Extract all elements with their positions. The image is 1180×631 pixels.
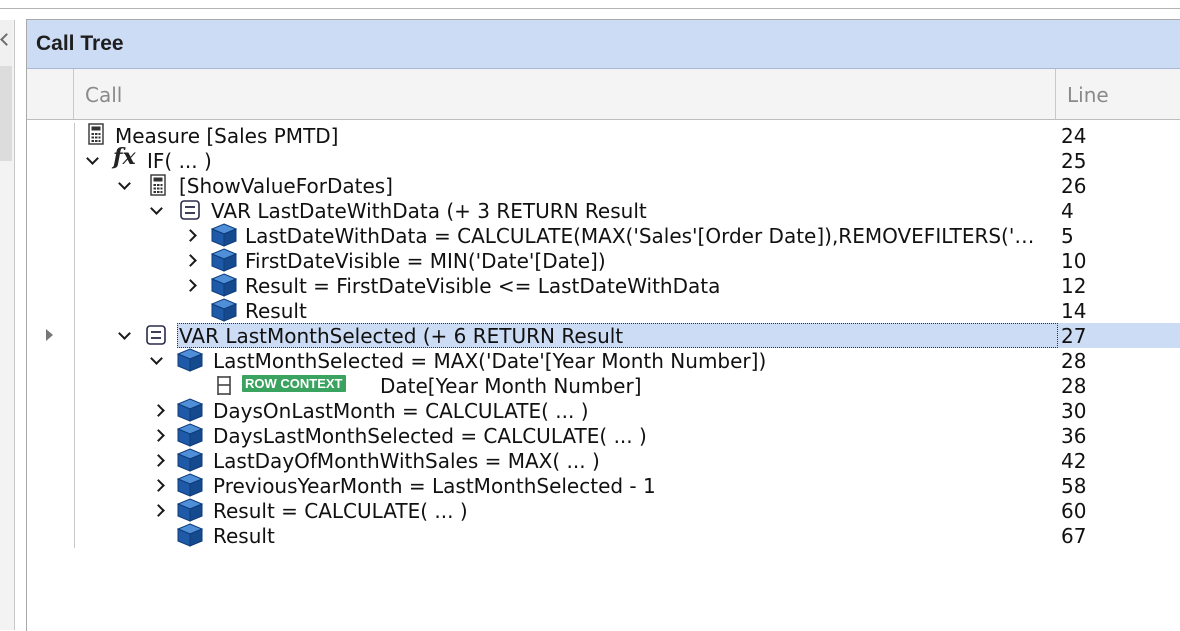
collapse-chevron-icon[interactable] bbox=[87, 155, 97, 165]
tree-row-selected[interactable]: VAR LastMonthSelected (+ 6 RETURN Result… bbox=[27, 323, 1180, 348]
row-label: Date[Year Month Number] bbox=[380, 374, 642, 398]
left-docked-panel bbox=[0, 20, 15, 630]
expand-chevron-icon[interactable] bbox=[155, 455, 165, 465]
window-top-edge bbox=[0, 0, 1180, 9]
tree-row[interactable]: PreviousYearMonth = LastMonthSelected - … bbox=[27, 473, 1180, 498]
cube-icon bbox=[211, 223, 237, 247]
panel-title-bar: Call Tree bbox=[27, 20, 1180, 69]
row-label: LastMonthSelected = MAX('Date'[Year Mont… bbox=[213, 349, 767, 373]
expand-chevron-icon[interactable] bbox=[187, 280, 197, 290]
cube-icon bbox=[177, 498, 203, 522]
current-row-indicator-icon bbox=[46, 329, 53, 341]
row-line-number: 60 bbox=[1061, 499, 1087, 523]
row-label: VAR LastDateWithData (+ 3 RETURN Result bbox=[211, 199, 647, 223]
row-label: IF( ... ) bbox=[147, 149, 212, 173]
cube-icon bbox=[211, 248, 237, 272]
expand-chevron-icon[interactable] bbox=[155, 405, 165, 415]
row-selector-header[interactable] bbox=[27, 69, 74, 119]
collapse-chevron-icon[interactable] bbox=[151, 355, 161, 365]
expand-chevron-icon[interactable] bbox=[155, 505, 165, 515]
row-label: DaysLastMonthSelected = CALCULATE( ... ) bbox=[213, 424, 647, 448]
row-label: VAR LastMonthSelected (+ 6 RETURN Result bbox=[179, 324, 624, 348]
tree-row[interactable]: LastDayOfMonthWithSales = MAX( ... ) 42 bbox=[27, 448, 1180, 473]
cube-icon bbox=[177, 448, 203, 472]
tree-row[interactable]: LastDateWithData = CALCULATE(MAX('Sales'… bbox=[27, 223, 1180, 248]
tree-row[interactable]: DaysOnLastMonth = CALCULATE( ... ) 30 bbox=[27, 398, 1180, 423]
row-line-number: 36 bbox=[1061, 424, 1087, 448]
row-line-number: 58 bbox=[1061, 474, 1087, 498]
tree-row[interactable]: ROW CONTEXT Date[Year Month Number] 28 bbox=[27, 373, 1180, 398]
row-label: Result bbox=[213, 524, 275, 548]
call-tree-panel: Call Tree Call Line Measure [Sales PMTD]… bbox=[26, 19, 1180, 631]
expand-chevron-icon[interactable] bbox=[155, 480, 165, 490]
row-line-number: 5 bbox=[1061, 224, 1074, 248]
cube-icon bbox=[211, 273, 237, 297]
variable-icon bbox=[180, 200, 200, 220]
tree-row[interactable]: Result 14 bbox=[27, 298, 1180, 323]
expand-chevron-icon[interactable] bbox=[155, 430, 165, 440]
row-label: PreviousYearMonth = LastMonthSelected - … bbox=[213, 474, 656, 498]
row-label: Measure [Sales PMTD] bbox=[115, 124, 339, 148]
tree-row[interactable]: DaysLastMonthSelected = CALCULATE( ... )… bbox=[27, 423, 1180, 448]
tree-row[interactable]: fx IF( ... ) 25 bbox=[27, 144, 1180, 173]
row-label: Result bbox=[245, 299, 307, 323]
row-line-number: 10 bbox=[1061, 249, 1087, 273]
row-label: DaysOnLastMonth = CALCULATE( ... ) bbox=[213, 399, 589, 423]
fx-icon: fx bbox=[113, 144, 136, 170]
row-line-number: 27 bbox=[1061, 324, 1087, 348]
row-line-number: 28 bbox=[1061, 374, 1087, 398]
row-label: LastDayOfMonthWithSales = MAX( ... ) bbox=[213, 449, 600, 473]
cube-icon bbox=[177, 523, 203, 547]
line-column-label: Line bbox=[1067, 83, 1109, 107]
row-context-badge: ROW CONTEXT bbox=[242, 375, 346, 392]
collapse-chevron-icon[interactable] bbox=[119, 330, 129, 340]
cube-icon bbox=[211, 298, 237, 322]
tree-row[interactable]: Measure [Sales PMTD] 24 bbox=[27, 123, 1180, 148]
expand-chevron-icon[interactable] bbox=[187, 255, 197, 265]
tree-row[interactable]: Result = CALCULATE( ... ) 60 bbox=[27, 498, 1180, 523]
cube-icon bbox=[177, 473, 203, 497]
panel-title: Call Tree bbox=[36, 32, 124, 55]
collapse-chevron-icon[interactable] bbox=[0, 20, 12, 67]
row-line-number: 24 bbox=[1061, 124, 1087, 148]
row-line-number: 42 bbox=[1061, 449, 1087, 473]
tree-row[interactable]: Result = FirstDateVisible <= LastDateWit… bbox=[27, 273, 1180, 298]
row-line-number: 14 bbox=[1061, 299, 1087, 323]
row-label: [ShowValueForDates] bbox=[179, 174, 393, 198]
row-line-number: 4 bbox=[1061, 199, 1074, 223]
tree-row[interactable]: VAR LastDateWithData (+ 3 RETURN Result … bbox=[27, 198, 1180, 223]
row-label: Result = CALCULATE( ... ) bbox=[213, 499, 468, 523]
row-line-number: 12 bbox=[1061, 274, 1087, 298]
call-column-header[interactable]: Call bbox=[74, 69, 1056, 119]
column-header: Call Line bbox=[27, 69, 1180, 120]
row-line-number: 67 bbox=[1061, 524, 1087, 548]
row-line-number: 26 bbox=[1061, 174, 1087, 198]
cube-icon bbox=[177, 348, 203, 372]
tree-row[interactable]: FirstDateVisible = MIN('Date'[Date]) 10 bbox=[27, 248, 1180, 273]
row-line-number: 28 bbox=[1061, 349, 1087, 373]
cube-icon bbox=[177, 398, 203, 422]
row-line-number: 30 bbox=[1061, 399, 1087, 423]
line-column-header[interactable]: Line bbox=[1056, 69, 1180, 119]
collapse-chevron-icon[interactable] bbox=[119, 180, 129, 190]
tree-row[interactable]: Result 67 bbox=[27, 523, 1180, 548]
row-label: LastDateWithData = CALCULATE(MAX('Sales'… bbox=[245, 224, 1045, 248]
row-line-number: 25 bbox=[1061, 149, 1087, 173]
row-label: FirstDateVisible = MIN('Date'[Date]) bbox=[245, 249, 606, 273]
calculator-icon bbox=[150, 174, 166, 196]
call-column-label: Call bbox=[85, 83, 123, 107]
iterator-icon bbox=[217, 376, 231, 395]
expand-chevron-icon[interactable] bbox=[187, 230, 197, 240]
left-panel-selection bbox=[0, 66, 12, 161]
variable-icon bbox=[146, 325, 166, 345]
calculator-icon bbox=[88, 123, 104, 145]
tree-row[interactable]: [ShowValueForDates] 26 bbox=[27, 173, 1180, 198]
call-tree: Measure [Sales PMTD] 24 fx IF( ... ) 25 … bbox=[27, 123, 1180, 631]
row-label: Result = FirstDateVisible <= LastDateWit… bbox=[245, 274, 721, 298]
tree-row[interactable]: LastMonthSelected = MAX('Date'[Year Mont… bbox=[27, 348, 1180, 373]
cube-icon bbox=[177, 423, 203, 447]
collapse-chevron-icon[interactable] bbox=[151, 205, 161, 215]
